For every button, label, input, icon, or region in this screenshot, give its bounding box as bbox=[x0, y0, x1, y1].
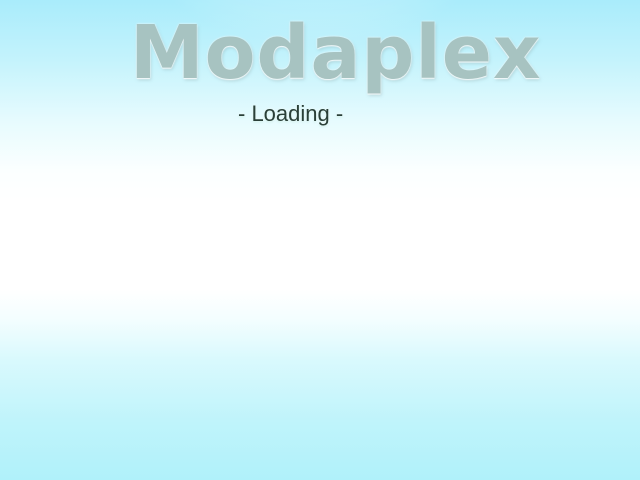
game-logo: Modaplex bbox=[130, 10, 542, 96]
loading-screen: Modaplex - Loading - bbox=[0, 0, 640, 480]
loading-status: - Loading - bbox=[238, 101, 344, 126]
